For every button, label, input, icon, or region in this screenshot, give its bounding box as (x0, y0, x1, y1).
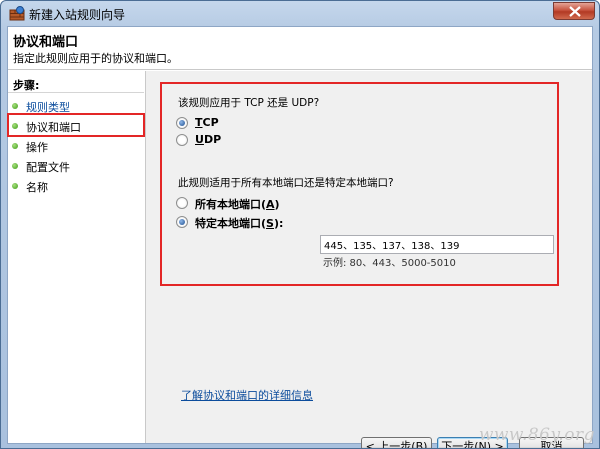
steps-divider (8, 92, 144, 93)
step-pending-icon (12, 163, 18, 169)
step-pending-icon (12, 183, 18, 189)
watermark: www.86y.org (478, 425, 595, 445)
step-label: 名称 (26, 181, 48, 194)
back-button[interactable]: < 上一步(B) (361, 437, 432, 448)
title-bar[interactable]: 新建入站规则向导 (1, 1, 599, 26)
wizard-header: 协议和端口 指定此规则应用于的协议和端口。 (8, 27, 592, 70)
page-subtitle: 指定此规则应用于的协议和端口。 (13, 52, 178, 65)
window-title: 新建入站规则向导 (29, 8, 126, 22)
step-label: 配置文件 (26, 161, 70, 174)
step-label: 操作 (26, 141, 48, 154)
page-title: 协议和端口 (13, 35, 79, 50)
step-profile[interactable]: 配置文件 (11, 157, 141, 175)
close-icon (569, 6, 581, 17)
learn-more-link[interactable]: 了解协议和端口的详细信息 (181, 387, 313, 403)
highlight-box-main (160, 82, 559, 286)
highlight-box-step (7, 113, 145, 137)
close-button[interactable] (553, 2, 595, 20)
step-name[interactable]: 名称 (11, 177, 141, 195)
step-complete-icon (12, 103, 18, 109)
firewall-icon (9, 6, 25, 21)
step-pending-icon (12, 143, 18, 149)
step-action[interactable]: 操作 (11, 137, 141, 155)
wizard-window: 新建入站规则向导 协议和端口 指定此规则应用于的协议和端口。 步骤: 规则类型 … (0, 0, 600, 449)
steps-title: 步骤: (13, 79, 40, 92)
